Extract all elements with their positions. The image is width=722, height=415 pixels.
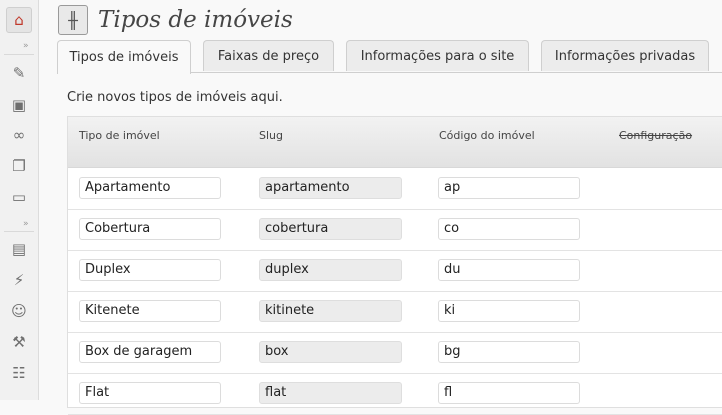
code-input[interactable]: ap <box>438 177 580 199</box>
page-title: Tipos de imóveis <box>98 7 293 33</box>
plugins-icon[interactable]: ⚡ <box>6 267 32 293</box>
code-input[interactable]: ki <box>438 300 580 322</box>
page-header: ╫ Tipos de imóveis <box>58 4 293 36</box>
slug-field: kitinete <box>259 300 402 322</box>
table-row: Box de garagem box bg <box>68 332 722 374</box>
pages-icon[interactable]: ❐ <box>6 153 32 179</box>
dashboard-home-icon[interactable]: ⌂ <box>6 7 32 33</box>
collapse-arrow-icon[interactable]: » <box>23 42 29 51</box>
slug-field: box <box>259 341 402 363</box>
column-header-configuracao: Configuração <box>619 129 693 142</box>
slug-field: cobertura <box>259 218 402 240</box>
links-icon[interactable]: ∞ <box>6 122 32 148</box>
intro-text: Crie novos tipos de imóveis aqui. <box>67 90 283 105</box>
slug-field: apartamento <box>259 177 402 199</box>
code-input[interactable]: fl <box>438 382 580 404</box>
column-header-codigo: Código do imóvel <box>439 129 535 142</box>
type-name-input[interactable]: Flat <box>79 382 221 404</box>
type-name-input[interactable]: Kitenete <box>79 300 221 322</box>
code-input[interactable]: bg <box>438 341 580 363</box>
slug-field: flat <box>259 382 402 404</box>
column-header-tipo: Tipo de imóvel <box>79 129 160 142</box>
table-row: Kitenete kitinete ki <box>68 291 722 333</box>
type-name-input[interactable]: Box de garagem <box>79 341 221 363</box>
table-row: Flat flat fl <box>68 373 722 415</box>
code-input[interactable]: du <box>438 259 580 281</box>
posts-pin-icon[interactable]: ✎ <box>6 60 32 86</box>
sidebar-separator <box>4 54 34 55</box>
tab-faixas-de-preco[interactable]: Faixas de preço <box>203 40 334 71</box>
media-icon[interactable]: ▣ <box>6 92 32 118</box>
expand-arrow-icon[interactable]: » <box>23 220 29 229</box>
settings-tools-icon: ╫ <box>58 5 88 35</box>
users-icon[interactable]: ☺ <box>6 298 32 324</box>
tab-informacoes-privadas[interactable]: Informações privadas <box>541 40 709 71</box>
property-types-table: Tipo de imóvel Slug Código do imóvel Con… <box>67 116 722 415</box>
table-row: Cobertura cobertura co <box>68 209 722 251</box>
table-row: Duplex duplex du <box>68 250 722 292</box>
type-name-input[interactable]: Cobertura <box>79 218 221 240</box>
tab-bar: Tipos de imóveis Faixas de preço Informa… <box>57 40 722 74</box>
tools-icon[interactable]: ⚒ <box>6 329 32 355</box>
code-input[interactable]: co <box>438 218 580 240</box>
table-header: Tipo de imóvel Slug Código do imóvel Con… <box>68 117 722 168</box>
admin-sidebar: ⌂ » ✎ ▣ ∞ ❐ ▭ » ▤ ⚡ ☺ ⚒ ☷ <box>0 0 39 400</box>
comments-icon[interactable]: ▭ <box>6 184 32 210</box>
slug-field: duplex <box>259 259 402 281</box>
tab-tipos-de-imoveis[interactable]: Tipos de imóveis <box>57 40 191 74</box>
type-name-input[interactable]: Duplex <box>79 259 221 281</box>
column-header-slug: Slug <box>259 129 283 142</box>
table-row: Apartamento apartamento ap <box>68 168 722 210</box>
sidebar-separator <box>4 231 34 232</box>
settings-icon[interactable]: ☷ <box>6 360 32 386</box>
appearance-icon[interactable]: ▤ <box>6 236 32 262</box>
tab-informacoes-site[interactable]: Informações para o site <box>346 40 529 71</box>
type-name-input[interactable]: Apartamento <box>79 177 221 199</box>
